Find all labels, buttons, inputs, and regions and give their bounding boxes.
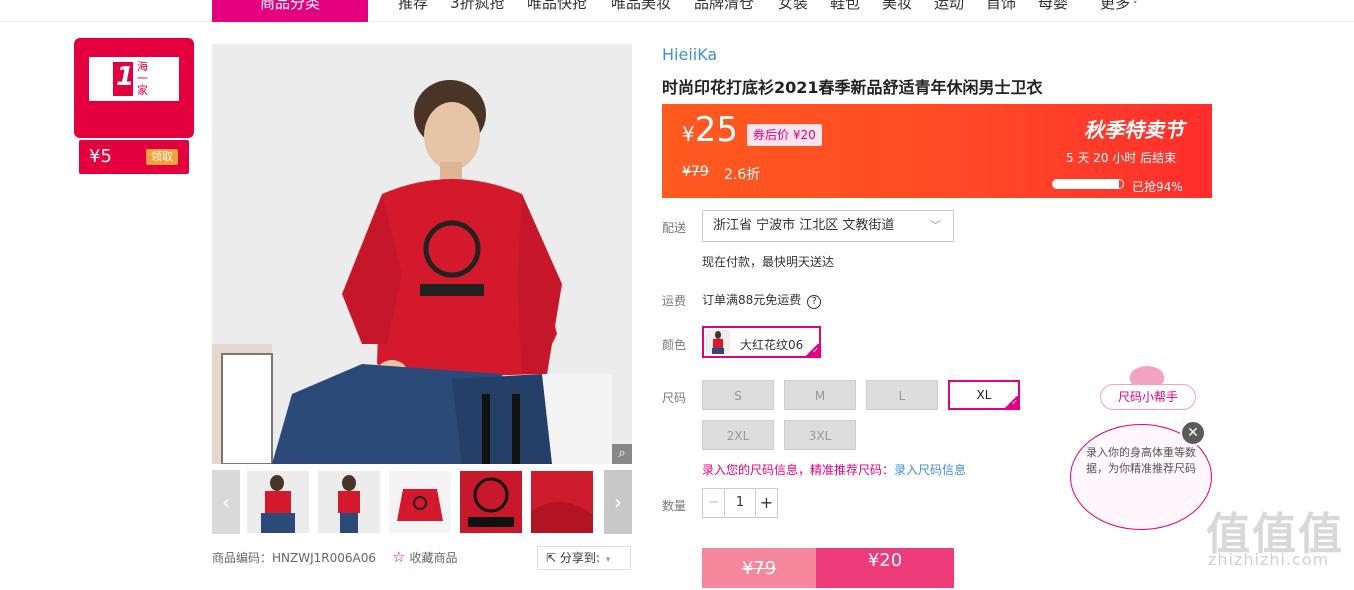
size-option-3xl[interactable]: 3XL	[784, 420, 856, 450]
color-option-selected[interactable]: 大红花纹06 ✓	[702, 326, 821, 358]
nav-item-makeup[interactable]: 美妆	[882, 0, 912, 13]
thumbnail-2[interactable]	[318, 471, 380, 533]
model-photo	[212, 44, 632, 464]
thumbnail-4[interactable]	[460, 471, 522, 533]
size-helper-button[interactable]: 尺码小帮手	[1100, 384, 1196, 410]
freight-label: 运费	[662, 294, 687, 308]
quantity-label: 数量	[662, 499, 687, 513]
star-icon: ☆	[392, 548, 406, 566]
enter-size-link[interactable]: 录入尺码信息	[894, 463, 966, 477]
share-icon: ⇱	[546, 551, 560, 565]
nav-item-baby[interactable]: 母婴	[1038, 0, 1068, 13]
nav-item-recommend[interactable]: 推荐	[398, 0, 428, 13]
countdown-text: 5 天 20 小时 后结束	[1066, 151, 1177, 165]
shipping-note: 现在付款，最快明天送达	[702, 255, 835, 269]
product-code: 商品编码：HNZWJ1R006A06	[212, 551, 376, 565]
logo-text: 海一家	[137, 60, 148, 97]
nav-item-sports[interactable]: 运动	[934, 0, 964, 13]
price-banner: ¥25 券后价 ¥20 ¥79 2.6折 秋季特卖节 5 天 20 小时 后结束…	[662, 104, 1212, 198]
share-button[interactable]: ⇱ 分享到: ▾	[537, 546, 631, 570]
delivery-label: 配送	[662, 221, 687, 235]
color-swatch	[706, 330, 730, 354]
brand-name[interactable]: HieiiKa	[662, 45, 717, 64]
nav-item-flash[interactable]: 唯品快抢	[527, 0, 587, 13]
check-icon: ✓	[1004, 396, 1018, 408]
nav-item-more[interactable]: 更多 ˅	[1100, 0, 1137, 13]
quantity-plus-button[interactable]: +	[755, 489, 777, 517]
nav-item-shoes-bags[interactable]: 鞋包	[830, 0, 860, 13]
thumb-image	[389, 471, 451, 533]
close-icon[interactable]: ✕	[1180, 420, 1206, 446]
watermark-domain: zhizhizhi.com	[1208, 550, 1330, 569]
nav-item-jewelry[interactable]: 首饰	[986, 0, 1016, 13]
top-nav: 商品分类 推荐 3折疯抢 唯品快抢 唯品美妆 品牌清仓 女装 鞋包 美妆 运动 …	[0, 0, 1354, 22]
original-price: ¥79	[682, 164, 709, 180]
festival-title: 秋季特卖节	[1084, 118, 1184, 142]
sold-progress-bar	[1052, 179, 1124, 189]
nav-item-30off[interactable]: 3折疯抢	[450, 0, 505, 13]
buy-coupon-button[interactable]: ¥20	[816, 548, 954, 588]
after-coupon-price: 券后价 ¥20	[747, 124, 822, 146]
size-option-l[interactable]: L	[866, 380, 938, 410]
chevron-down-icon: ˅	[1130, 1, 1138, 11]
nav-item-clearance[interactable]: 品牌清仓	[694, 0, 754, 13]
category-button[interactable]: 商品分类	[212, 0, 368, 22]
coupon-strip[interactable]: ¥5 领取	[79, 140, 189, 174]
chevron-down-icon: ▾	[605, 555, 611, 565]
quantity-stepper: − 1 +	[702, 488, 778, 518]
thumbnail-5[interactable]	[531, 471, 593, 533]
sold-percent: 已抢94%	[1132, 180, 1183, 194]
help-icon[interactable]: ?	[807, 295, 822, 309]
size-option-2xl[interactable]: 2XL	[702, 420, 774, 450]
size-option-s[interactable]: S	[702, 380, 774, 410]
thumbnail-3[interactable]	[389, 471, 451, 533]
color-label: 颜色	[662, 338, 687, 352]
discount-rate: 2.6折	[724, 167, 761, 183]
current-price: ¥25	[682, 110, 738, 150]
thumbnail-1[interactable]	[247, 471, 309, 533]
claim-coupon-button[interactable]: 领取	[146, 149, 178, 165]
nav-item-beauty-sale[interactable]: 唯品美妆	[611, 0, 671, 13]
buy-original-button[interactable]: ¥79	[702, 548, 816, 588]
freight-text: 订单满88元免运费?	[702, 291, 822, 309]
thumb-image	[460, 471, 522, 533]
size-option-xl[interactable]: XL ✓	[948, 380, 1020, 410]
product-title: 时尚印花打底衫2021春季新品舒适青年休闲男士卫衣	[662, 78, 1043, 97]
quantity-minus-button[interactable]: −	[703, 489, 725, 517]
size-label: 尺码	[662, 391, 687, 405]
logo-mark: 1	[113, 62, 134, 96]
favorite-button[interactable]: ☆ 收藏商品	[392, 548, 457, 566]
thumb-next-button[interactable]: ›	[604, 470, 632, 534]
sold-progress-fill	[1053, 180, 1119, 188]
size-hint: 录入您的尺码信息，精准推荐尺码：录入尺码信息	[702, 463, 967, 477]
nav-item-women[interactable]: 女装	[778, 0, 808, 13]
product-main-image[interactable]: ⌕	[212, 44, 632, 464]
chevron-down-icon: ﹀	[930, 219, 941, 232]
thumb-image	[531, 471, 593, 533]
thumb-image	[247, 471, 309, 533]
store-logo: 1 海一家	[89, 57, 179, 101]
coupon-amount: ¥5	[89, 146, 112, 167]
quantity-input[interactable]: 1	[725, 489, 755, 517]
size-option-m[interactable]: M	[784, 380, 856, 410]
address-select[interactable]: 浙江省 宁波市 江北区 文教街道 ﹀	[702, 210, 954, 242]
thumb-image	[318, 471, 380, 533]
check-icon: ✓	[805, 344, 819, 356]
thumb-prev-button[interactable]: ‹	[212, 470, 240, 534]
zoom-icon[interactable]: ⌕	[612, 444, 632, 464]
store-coupon-card[interactable]: 1 海一家	[74, 38, 194, 138]
